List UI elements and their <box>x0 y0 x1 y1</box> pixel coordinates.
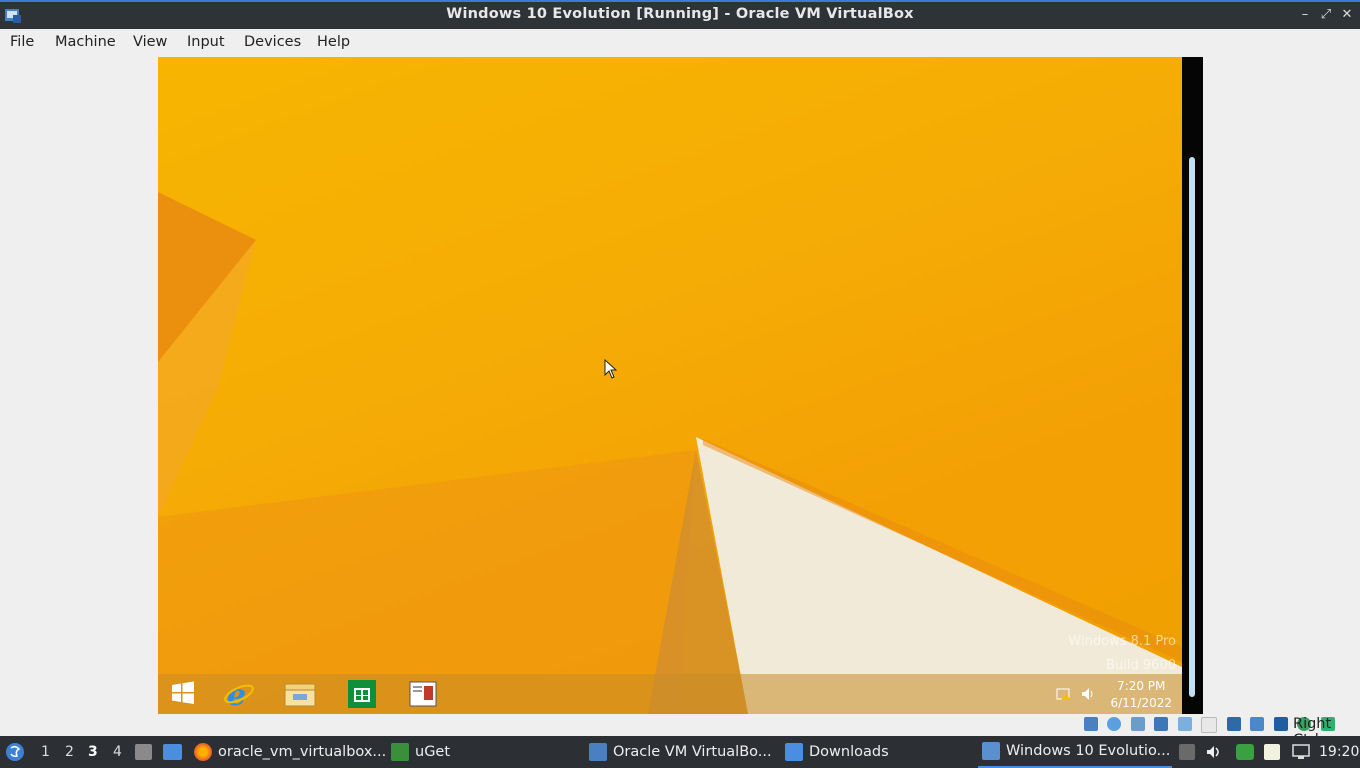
menu-help[interactable]: Help <box>317 34 350 50</box>
optical-drive-icon[interactable] <box>1107 717 1122 731</box>
folder-icon <box>785 743 803 761</box>
task-vm-window[interactable]: Windows 10 Evolutio... <box>978 736 1172 768</box>
task-label: Oracle VM VirtualBo... <box>613 744 772 760</box>
guest-clock[interactable]: 7:20 PM 6/11/2022 <box>1110 678 1172 712</box>
maximize-button[interactable]: ⤢ <box>1317 6 1335 24</box>
watermark-edition: Windows 8.1 Pro <box>1068 634 1176 649</box>
show-desktop-icon[interactable] <box>163 744 182 760</box>
firefox-icon <box>194 743 212 761</box>
guest-clock-date: 6/11/2022 <box>1110 696 1172 710</box>
workspace-2[interactable]: 2 <box>65 744 74 760</box>
uget-icon <box>391 743 409 761</box>
menu-file[interactable]: File <box>10 34 34 50</box>
task-firefox[interactable]: oracle_vm_virtualbox... <box>194 736 386 768</box>
workspace-3[interactable]: 3 <box>88 744 98 760</box>
store-icon[interactable] <box>346 678 380 710</box>
virtualbox-vm-icon <box>982 742 1000 760</box>
task-label: Downloads <box>809 744 889 760</box>
vm-scrollbar[interactable] <box>1189 157 1195 697</box>
task-label: oracle_vm_virtualbox... <box>218 744 387 760</box>
speaker-icon[interactable] <box>1080 686 1096 702</box>
vm-display[interactable]: Windows 8.1 Pro Build 9600 e 7:20 PM 6/1 <box>158 57 1182 714</box>
guest-clock-time: 7:20 PM <box>1117 679 1166 693</box>
mouse-cursor-icon <box>604 359 618 379</box>
audio-icon[interactable] <box>1130 717 1145 731</box>
video-capture-icon[interactable] <box>1250 717 1265 731</box>
menu-view[interactable]: View <box>133 34 167 50</box>
network-tray-icon[interactable] <box>1292 744 1310 760</box>
task-virtualbox-manager[interactable]: Oracle VM VirtualBo... <box>589 736 772 768</box>
svg-text:e: e <box>227 678 246 710</box>
host-clock[interactable]: 19:20 <box>1319 744 1359 760</box>
task-uget[interactable]: uGet <box>391 736 450 768</box>
clipboard-tray-icon[interactable] <box>1179 744 1195 760</box>
internet-explorer-icon[interactable]: e <box>222 678 256 713</box>
reader-icon[interactable] <box>407 678 441 710</box>
guest-taskbar: e <box>158 674 1182 714</box>
menu-input[interactable]: Input <box>187 34 225 50</box>
minimize-button[interactable]: – <box>1296 6 1314 24</box>
menu-devices[interactable]: Devices <box>244 34 301 50</box>
file-explorer-icon[interactable] <box>283 678 317 710</box>
app-menu-icon[interactable] <box>5 742 25 762</box>
win8-wallpaper <box>158 192 1182 714</box>
virtualization-icon[interactable] <box>1273 717 1288 731</box>
file-manager-launcher-icon[interactable] <box>135 744 152 760</box>
window-titlebar[interactable]: Windows 10 Evolution [Running] - Oracle … <box>0 0 1360 29</box>
task-label: uGet <box>415 744 451 760</box>
host-panel: 1 2 3 4 oracle_vm_virtualbox... uGet Ora… <box>0 736 1360 768</box>
hard-disk-icon[interactable] <box>1084 717 1098 731</box>
vm-statusbar: Right Ctrl <box>0 714 1360 748</box>
close-button[interactable]: ✕ <box>1338 6 1356 24</box>
menu-machine[interactable]: Machine <box>55 34 116 50</box>
task-label: Windows 10 Evolutio... <box>1006 743 1171 759</box>
action-center-icon[interactable] <box>1056 686 1072 702</box>
uget-tray-icon[interactable] <box>1236 744 1254 760</box>
windows-watermark: Windows 8.1 Pro Build 9600 <box>1068 630 1176 678</box>
volume-icon[interactable] <box>1206 744 1222 760</box>
shared-folders-icon[interactable] <box>1201 717 1218 733</box>
windows-start-icon[interactable] <box>168 678 202 710</box>
task-downloads[interactable]: Downloads <box>785 736 889 768</box>
notes-tray-icon[interactable] <box>1264 744 1280 760</box>
usb-icon[interactable] <box>1177 717 1192 731</box>
menubar: File Machine View Input Devices Help <box>0 29 1360 57</box>
workspace-4[interactable]: 4 <box>113 744 122 760</box>
workspace-1[interactable]: 1 <box>41 744 50 760</box>
virtualbox-icon <box>589 743 607 761</box>
display-icon[interactable] <box>1226 717 1241 731</box>
network-icon[interactable] <box>1154 717 1169 731</box>
window-title: Windows 10 Evolution [Running] - Oracle … <box>446 6 914 22</box>
